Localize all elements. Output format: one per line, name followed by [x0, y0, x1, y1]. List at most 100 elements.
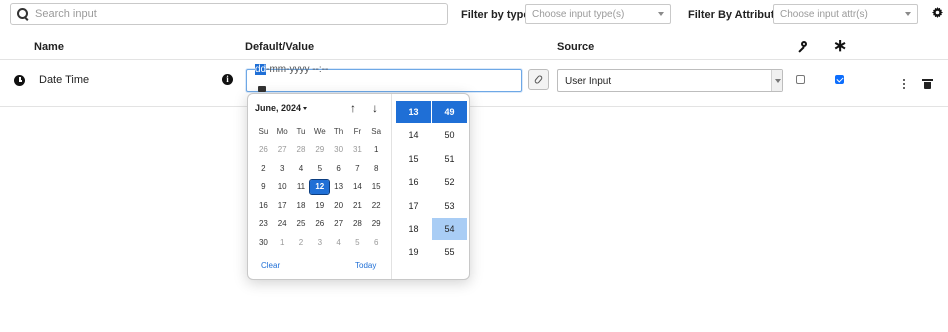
search-input[interactable] — [35, 8, 435, 20]
filter-attr-label: Filter By Attribute — [688, 9, 781, 21]
month-year-selector[interactable]: June, 2024 — [255, 103, 308, 113]
hour-option[interactable]: 13 — [396, 101, 431, 123]
asterisk-icon: ∗ — [833, 36, 848, 55]
datetime-value[interactable]: dd-mm-yyyy --:-- — [255, 64, 328, 75]
minute-option[interactable]: 53 — [432, 195, 467, 217]
calendar-day[interactable]: 11 — [292, 180, 311, 194]
calendar-day[interactable]: 14 — [348, 180, 367, 194]
required-checkbox[interactable] — [835, 75, 844, 84]
minute-option[interactable]: 52 — [432, 171, 467, 193]
calendar-day[interactable]: 29 — [310, 143, 329, 157]
weekday-header: Tu — [296, 127, 306, 136]
calendar-day[interactable]: 5 — [348, 236, 367, 250]
trash-icon[interactable] — [922, 79, 933, 89]
calendar-day[interactable]: 8 — [367, 162, 386, 176]
column-value-header: Default/Value — [245, 41, 315, 53]
column-source-header: Source — [557, 41, 595, 53]
calendar-day[interactable]: 6 — [329, 162, 348, 176]
hour-option[interactable]: 16 — [396, 171, 431, 193]
gear-icon[interactable] — [932, 7, 943, 18]
caret-down-icon — [303, 107, 308, 111]
calendar-day[interactable]: 15 — [367, 180, 386, 194]
calendar-day[interactable]: 13 — [329, 180, 348, 194]
clear-button[interactable]: Clear — [261, 261, 280, 270]
calendar-day[interactable]: 4 — [292, 162, 311, 176]
today-button[interactable]: Today — [355, 261, 376, 270]
calendar-day[interactable]: 18 — [292, 199, 311, 213]
calendar-day[interactable]: 17 — [273, 199, 292, 213]
calendar-icon[interactable] — [258, 86, 266, 92]
datetime-rest-segment[interactable]: -mm-yyyy --:-- — [266, 64, 328, 75]
calendar-day[interactable]: 26 — [254, 143, 273, 157]
source-value: User Input — [565, 76, 612, 87]
calendar-day[interactable]: 2 — [292, 236, 311, 250]
calendar-day[interactable]: 23 — [254, 217, 273, 231]
month-year-label: June, 2024 — [255, 103, 302, 113]
calendar-day[interactable]: 10 — [273, 180, 292, 194]
calendar-day[interactable]: 29 — [367, 217, 386, 231]
info-icon[interactable]: i — [222, 74, 233, 85]
calendar-day[interactable]: 1 — [273, 236, 292, 250]
picker-separator — [391, 94, 392, 279]
hour-option[interactable]: 17 — [396, 195, 431, 217]
datetime-picker: June, 2024 ↑ ↓ Su Mo Tu We Th Fr Sa 26 27 28 29 30 3… — [247, 93, 470, 280]
calendar-day[interactable]: 26 — [310, 217, 329, 231]
calendar-day[interactable]: 3 — [273, 162, 292, 176]
calendar-day[interactable]: 9 — [254, 180, 273, 194]
calendar-day[interactable]: 4 — [329, 236, 348, 250]
calendar-day[interactable]: 27 — [329, 217, 348, 231]
search-icon — [17, 8, 29, 20]
calendar-day[interactable]: 30 — [254, 236, 273, 250]
calendar-day[interactable]: 2 — [254, 162, 273, 176]
calendar-day[interactable]: 25 — [292, 217, 311, 231]
calendar-day[interactable]: 16 — [254, 199, 273, 213]
calendar-day[interactable]: 19 — [310, 199, 329, 213]
calendar-day[interactable]: 7 — [348, 162, 367, 176]
calendar-day[interactable]: 30 — [329, 143, 348, 157]
attach-button[interactable] — [528, 69, 549, 90]
calendar-day[interactable]: 24 — [273, 217, 292, 231]
hour-option[interactable]: 14 — [396, 124, 431, 146]
next-month-arrow-icon[interactable]: ↓ — [369, 102, 381, 114]
calendar-day[interactable]: 6 — [367, 236, 386, 250]
calendar-day[interactable]: 12 — [309, 179, 331, 195]
filter-type-select[interactable]: Choose input type(s) — [525, 4, 671, 24]
source-select[interactable]: User Input — [557, 69, 783, 92]
calendar-day[interactable]: 3 — [310, 236, 329, 250]
calendar-day[interactable]: 21 — [348, 199, 367, 213]
calendar-day[interactable]: 27 — [273, 143, 292, 157]
minute-option[interactable]: 51 — [432, 148, 467, 170]
weekday-header: Th — [333, 127, 344, 136]
hour-option[interactable]: 19 — [396, 241, 431, 263]
calendar-day[interactable]: 1 — [367, 143, 386, 157]
weekday-header: Fr — [353, 127, 362, 136]
calendar-day[interactable]: 22 — [367, 199, 386, 213]
chevron-down-icon — [905, 12, 911, 16]
header-divider — [0, 59, 948, 60]
paperclip-icon — [533, 74, 544, 85]
calendar-day[interactable]: 28 — [348, 217, 367, 231]
key-checkbox[interactable] — [796, 75, 805, 84]
calendar-day[interactable]: 31 — [348, 143, 367, 157]
clock-icon — [14, 75, 25, 86]
hour-option[interactable]: 15 — [396, 148, 431, 170]
minute-option[interactable]: 55 — [432, 241, 467, 263]
weekday-header: Sa — [371, 127, 382, 136]
weekday-header: Su — [258, 127, 269, 136]
filter-attr-select[interactable]: Choose input attr(s) — [773, 4, 918, 24]
hour-option[interactable]: 18 — [396, 218, 431, 240]
datetime-day-segment[interactable]: dd — [255, 64, 267, 75]
chevron-down-icon[interactable] — [771, 70, 782, 91]
row-divider — [0, 106, 948, 107]
search-box[interactable] — [10, 3, 448, 25]
previous-month-arrow-icon[interactable]: ↑ — [347, 102, 359, 114]
minute-option[interactable]: 54 — [432, 218, 467, 240]
calendar-day[interactable]: 20 — [329, 199, 348, 213]
more-options-icon[interactable] — [903, 79, 906, 89]
minute-option[interactable]: 50 — [432, 124, 467, 146]
minute-option[interactable]: 49 — [432, 101, 467, 123]
key-icon — [797, 41, 807, 53]
weekday-header: We — [313, 127, 326, 136]
calendar-day[interactable]: 28 — [292, 143, 311, 157]
calendar-day[interactable]: 5 — [310, 162, 329, 176]
